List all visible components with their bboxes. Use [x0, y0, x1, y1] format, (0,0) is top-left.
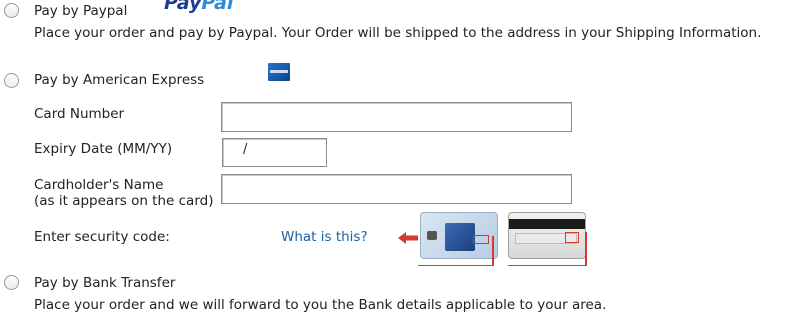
card-back-callout-line — [585, 232, 587, 266]
card-back-callout-base — [508, 265, 587, 266]
card-number-label: Card Number — [34, 106, 125, 122]
what-is-this-link[interactable]: What is this? — [281, 229, 368, 245]
expiry-label: Expiry Date (MM/YY) — [34, 141, 173, 157]
paypal-description: Place your order and pay by Paypal. Your… — [34, 25, 762, 41]
paypal-logo-pay: Pay — [164, 0, 202, 14]
card-front-image — [420, 212, 498, 259]
bank-transfer-label[interactable]: Pay by Bank Transfer — [34, 275, 175, 291]
cardholder-label-line1: Cardholder's Name — [34, 177, 164, 193]
amex-card-icon — [268, 63, 290, 81]
expiry-input[interactable]: / — [222, 138, 327, 167]
paypal-logo: PayPal — [164, 0, 233, 14]
paypal-label[interactable]: Pay by Paypal — [34, 3, 127, 19]
amex-radio[interactable] — [4, 73, 19, 88]
card-front-callout-base — [418, 265, 494, 266]
expiry-value: / — [243, 142, 248, 157]
paypal-logo-pal: Pal — [201, 0, 234, 14]
amex-label[interactable]: Pay by American Express — [34, 72, 204, 88]
bank-transfer-description: Place your order and we will forward to … — [34, 297, 607, 313]
card-back-image — [508, 212, 586, 259]
card-front-callout-line — [492, 236, 494, 266]
paypal-radio[interactable] — [4, 3, 19, 18]
card-number-input[interactable] — [221, 102, 572, 132]
arrow-left-icon — [398, 232, 418, 244]
cardholder-label-line2: (as it appears on the card) — [34, 193, 214, 209]
cardholder-input[interactable] — [221, 174, 572, 204]
security-code-label: Enter security code: — [34, 229, 170, 245]
bank-transfer-radio[interactable] — [4, 275, 19, 290]
